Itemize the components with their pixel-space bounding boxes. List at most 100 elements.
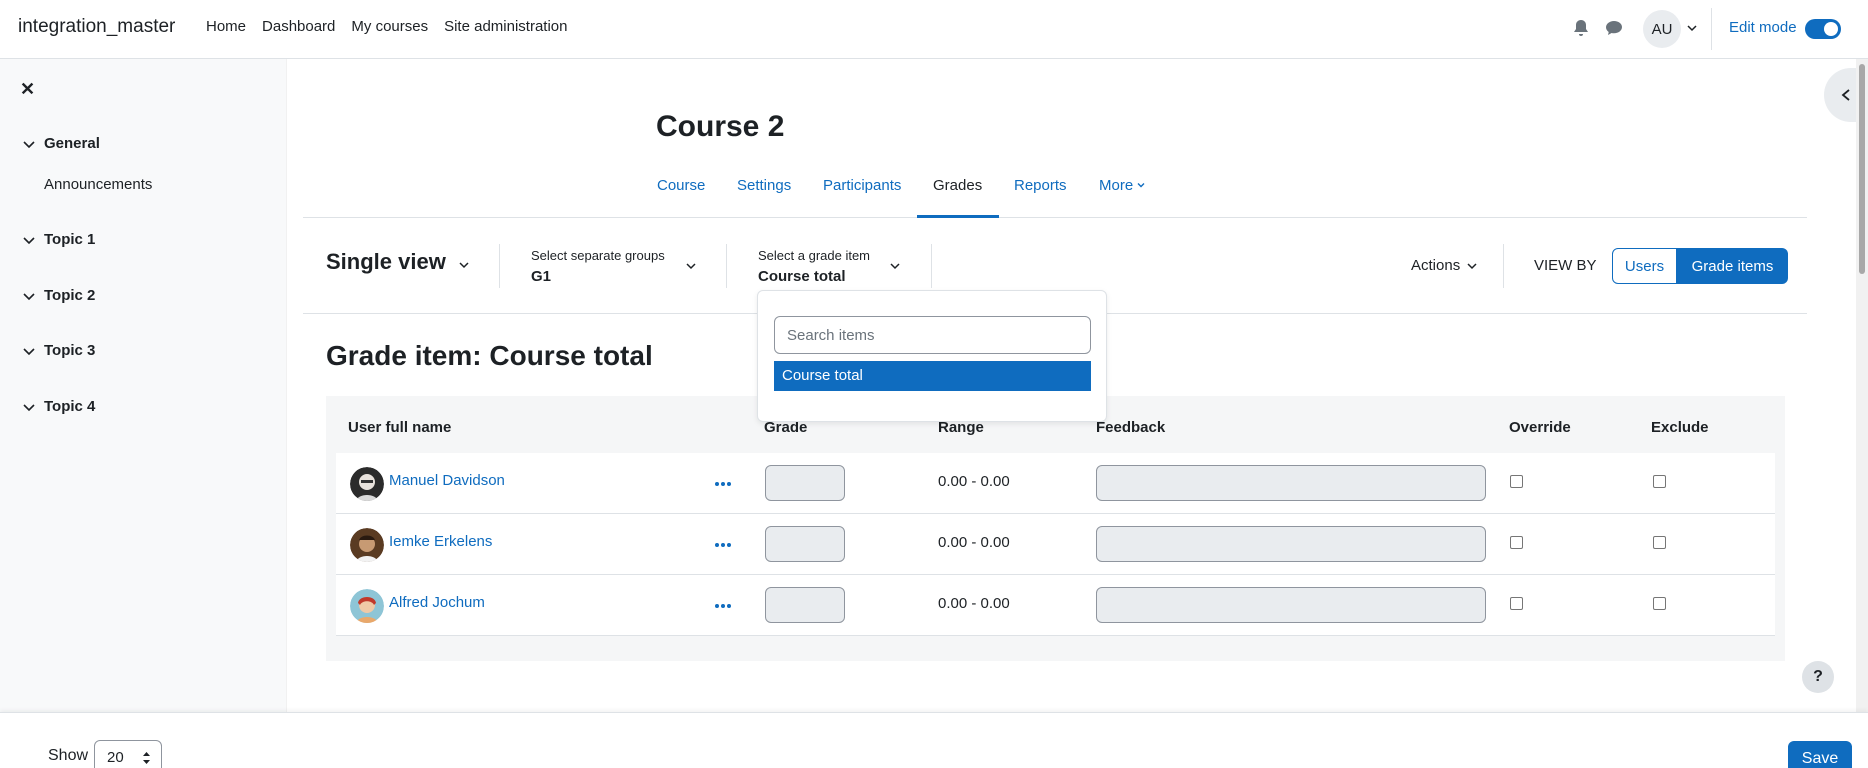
- primary-navigation: Home Dashboard My courses Site administr…: [206, 18, 584, 35]
- group-selector-label[interactable]: Select separate groups: [531, 248, 665, 263]
- chevron-down-icon: [23, 347, 35, 355]
- user-avatar[interactable]: AU: [1643, 10, 1681, 48]
- header-override: Override: [1509, 419, 1571, 436]
- view-by-users-button[interactable]: Users: [1612, 248, 1677, 284]
- feedback-input[interactable]: [1096, 587, 1486, 623]
- more-actions-icon[interactable]: [714, 475, 732, 493]
- toolbar-divider: [499, 244, 500, 288]
- toolbar-divider: [726, 244, 727, 288]
- grade-item-selector-value[interactable]: Course total: [758, 268, 846, 285]
- section-label: Topic 4: [44, 398, 96, 415]
- avatar: [350, 467, 384, 501]
- exclude-checkbox[interactable]: [1653, 597, 1666, 610]
- sticky-footer: Show 20 Save: [0, 712, 1868, 768]
- single-view-table: User full name Grade Range Feedback Over…: [326, 396, 1785, 661]
- exclude-checkbox[interactable]: [1653, 475, 1666, 488]
- per-page-value: 20: [107, 749, 124, 766]
- section-topic-2[interactable]: Topic 2: [22, 287, 95, 304]
- chevron-down-icon: [23, 403, 35, 411]
- messages-chat-icon[interactable]: [1605, 19, 1623, 37]
- exclude-checkbox[interactable]: [1653, 536, 1666, 549]
- header-exclude: Exclude: [1651, 419, 1709, 436]
- more-actions-icon[interactable]: [714, 597, 732, 615]
- table-row: Manuel Davidson 0.00 - 0.00: [336, 453, 1775, 514]
- tab-course[interactable]: Course: [657, 177, 705, 194]
- section-topic-4[interactable]: Topic 4: [22, 398, 95, 415]
- actions-chevron-down-icon[interactable]: [1466, 260, 1478, 272]
- edit-mode-label[interactable]: Edit mode: [1729, 19, 1797, 36]
- section-label: Topic 2: [44, 287, 96, 304]
- report-selector[interactable]: Single view: [326, 249, 446, 275]
- table-row: Iemke Erkelens 0.00 - 0.00: [336, 514, 1775, 575]
- navbar-divider: [1711, 8, 1712, 50]
- section-topic-1[interactable]: Topic 1: [22, 231, 95, 248]
- group-selector-value[interactable]: G1: [531, 268, 551, 285]
- select-arrows-icon: [143, 752, 150, 764]
- section-general[interactable]: General: [22, 135, 100, 152]
- help-button[interactable]: ?: [1802, 661, 1834, 693]
- override-checkbox[interactable]: [1510, 475, 1523, 488]
- user-name-link[interactable]: Alfred Jochum: [389, 594, 485, 611]
- more-actions-icon[interactable]: [714, 536, 732, 554]
- search-items-input[interactable]: [774, 316, 1091, 354]
- override-checkbox[interactable]: [1510, 536, 1523, 549]
- grade-input[interactable]: [765, 587, 845, 623]
- chevron-down-icon: [1137, 183, 1145, 188]
- tab-grades[interactable]: Grades: [933, 177, 982, 194]
- view-by-grade-items-button[interactable]: Grade items: [1677, 248, 1788, 284]
- header-feedback: Feedback: [1096, 419, 1166, 436]
- chevron-left-icon: [1841, 89, 1850, 101]
- site-brand[interactable]: integration_master: [18, 16, 175, 38]
- close-drawer-icon[interactable]: ✕: [20, 79, 35, 100]
- grade-input[interactable]: [765, 465, 845, 501]
- table-row: Alfred Jochum 0.00 - 0.00: [336, 575, 1775, 636]
- grade-input[interactable]: [765, 526, 845, 562]
- tab-reports[interactable]: Reports: [1014, 177, 1067, 194]
- scrollbar-thumb[interactable]: [1859, 64, 1865, 274]
- save-button[interactable]: Save: [1788, 741, 1852, 768]
- edit-mode-toggle[interactable]: [1805, 19, 1841, 39]
- chevron-down-icon: [23, 140, 35, 148]
- nav-site-administration[interactable]: Site administration: [444, 18, 567, 35]
- chevron-down-icon: [23, 292, 35, 300]
- grade-range: 0.00 - 0.00: [938, 534, 1010, 551]
- tab-more-label: More: [1099, 177, 1134, 194]
- tab-settings[interactable]: Settings: [737, 177, 791, 194]
- course-secondary-navigation: Course Settings Participants Grades Repo…: [303, 167, 1807, 218]
- section-topic-3[interactable]: Topic 3: [22, 342, 95, 359]
- avatar: [350, 528, 384, 562]
- toolbar-divider: [931, 244, 932, 288]
- course-index-drawer: ✕ General Announcements Topic 1 Topic 2 …: [0, 59, 287, 712]
- header-user-full-name: User full name: [348, 419, 452, 436]
- actions-menu[interactable]: Actions: [1411, 257, 1460, 274]
- toolbar-divider: [1503, 244, 1504, 288]
- per-page-select[interactable]: 20: [94, 740, 162, 768]
- override-checkbox[interactable]: [1510, 597, 1523, 610]
- nav-dashboard[interactable]: Dashboard: [262, 18, 335, 35]
- grade-item-dropdown: Course total: [757, 290, 1107, 422]
- grade-range: 0.00 - 0.00: [938, 595, 1010, 612]
- nav-home[interactable]: Home: [206, 18, 246, 35]
- view-by-label: VIEW BY: [1534, 257, 1597, 274]
- group-selector-chevron-down-icon[interactable]: [685, 260, 697, 272]
- show-per-page-label: Show: [48, 747, 89, 764]
- section-label: Topic 3: [44, 342, 96, 359]
- dropdown-item-course-total[interactable]: Course total: [774, 361, 1091, 391]
- page-title: Course 2: [656, 110, 785, 143]
- top-navbar: integration_master Home Dashboard My cou…: [0, 0, 1868, 59]
- user-name-link[interactable]: Iemke Erkelens: [389, 533, 492, 550]
- user-name-link[interactable]: Manuel Davidson: [389, 472, 505, 489]
- feedback-input[interactable]: [1096, 465, 1486, 501]
- section-label: General: [44, 135, 100, 152]
- nav-my-courses[interactable]: My courses: [351, 18, 428, 35]
- grade-item-heading: Grade item: Course total: [326, 340, 653, 371]
- drawer-link-announcements[interactable]: Announcements: [44, 176, 152, 193]
- tab-participants[interactable]: Participants: [823, 177, 901, 194]
- tab-more[interactable]: More: [1099, 177, 1146, 194]
- user-menu-chevron-down-icon[interactable]: [1686, 22, 1698, 34]
- notifications-bell-icon[interactable]: [1573, 19, 1589, 37]
- feedback-input[interactable]: [1096, 526, 1486, 562]
- report-selector-chevron-down-icon[interactable]: [458, 259, 470, 271]
- grade-item-selector-chevron-down-icon[interactable]: [889, 260, 901, 272]
- grade-item-selector-label[interactable]: Select a grade item: [758, 248, 870, 263]
